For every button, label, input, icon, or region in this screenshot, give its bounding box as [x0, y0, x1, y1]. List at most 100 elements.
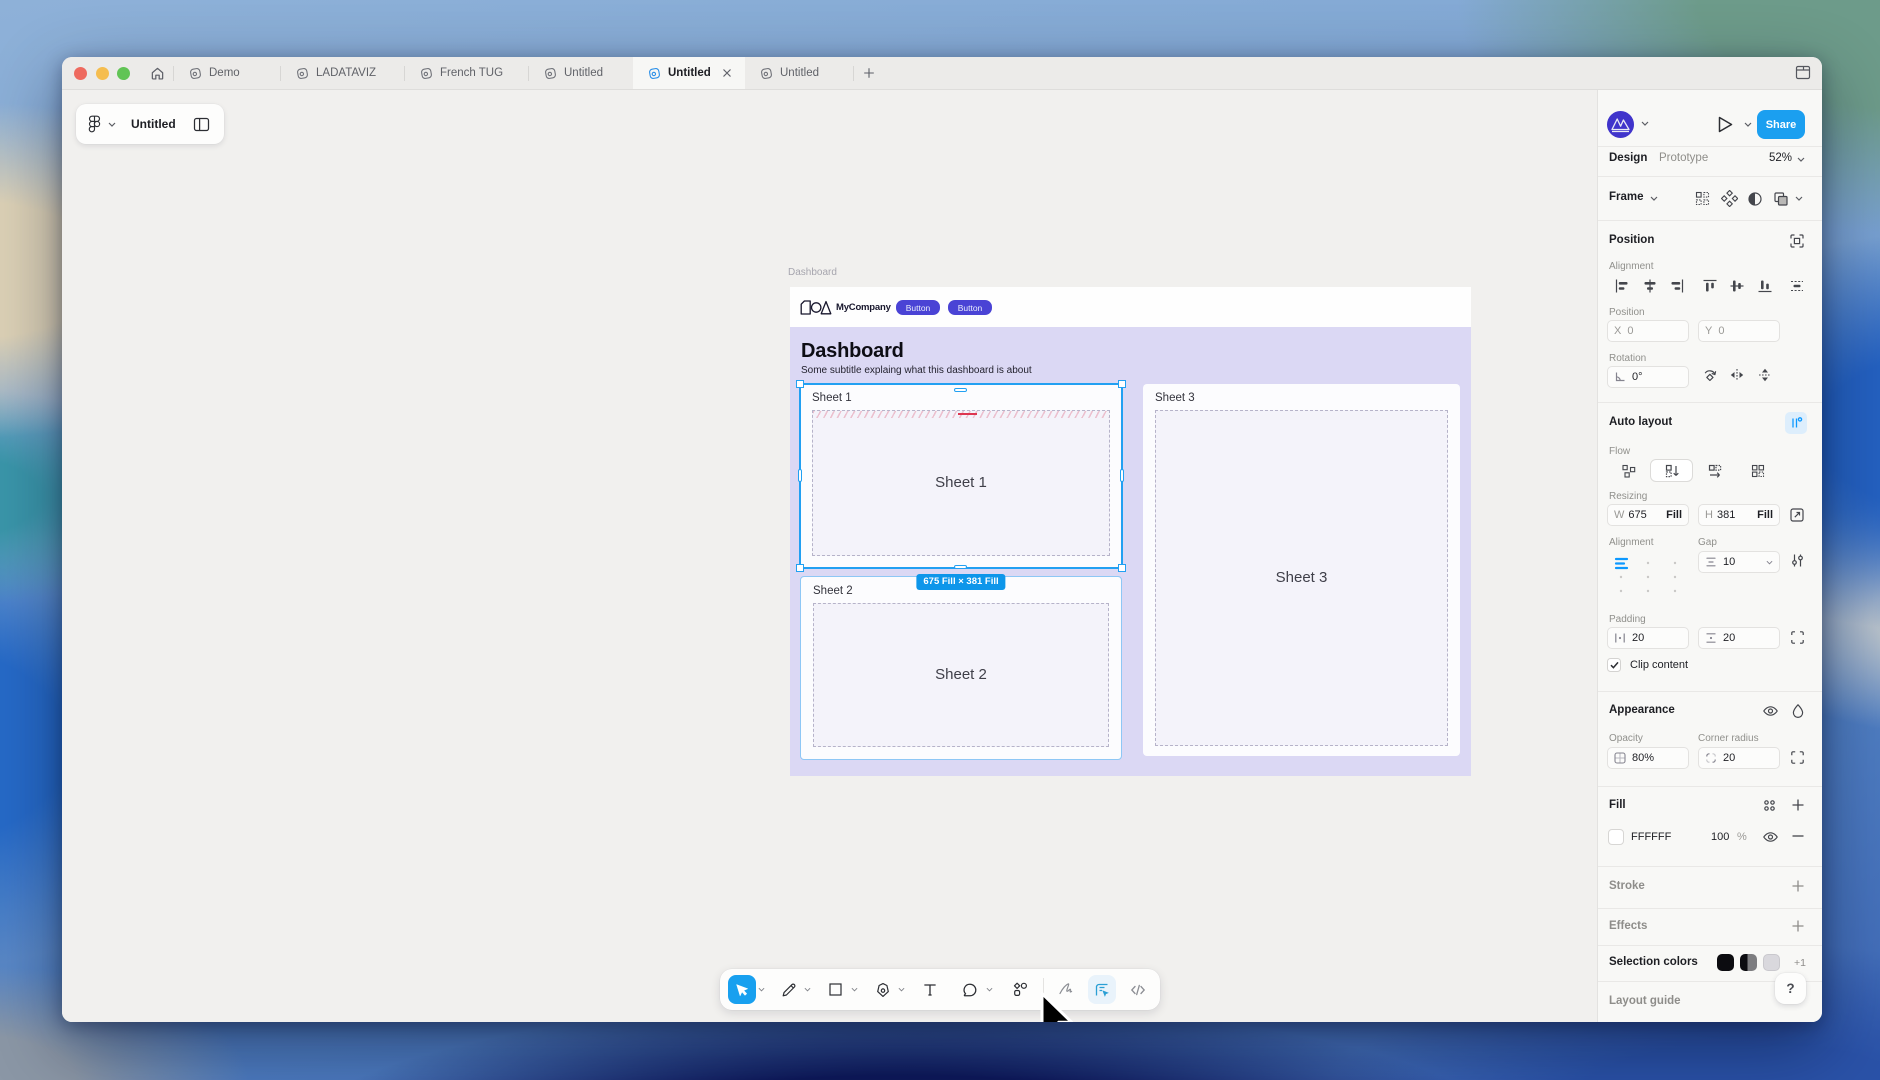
horizontal-padding-input[interactable]: 20 [1607, 627, 1689, 649]
tab-ladataviz[interactable]: LADATAVIZ [281, 57, 404, 89]
move-tool-chevron[interactable] [756, 975, 767, 1004]
frame-name-label[interactable]: Dashboard [788, 267, 837, 278]
pencil-tool-button[interactable] [775, 975, 803, 1004]
align-bottom-icon[interactable] [1757, 278, 1773, 294]
sheet-3-card[interactable]: Sheet 3 Sheet 3 [1143, 384, 1460, 756]
component-grid-icon[interactable] [1695, 191, 1710, 206]
header-button-2[interactable]: Button [948, 300, 992, 315]
canvas[interactable]: Untitled Dashboard MyCompany Button Butt… [62, 90, 1597, 1022]
tab-french-tug[interactable]: French TUG [405, 57, 528, 89]
corner-radius-input[interactable]: 20 [1698, 747, 1780, 769]
align-top-icon[interactable] [1702, 278, 1718, 294]
blend-contrast-icon[interactable] [1747, 191, 1763, 207]
tab-prototype[interactable]: Prototype [1659, 152, 1708, 164]
zoom-level[interactable]: 52% [1769, 152, 1792, 164]
remove-fill-icon[interactable] [1791, 829, 1805, 843]
home-button[interactable] [141, 57, 173, 89]
layers-panel-toggle-icon[interactable] [193, 117, 210, 132]
width-input[interactable]: W 675 Fill [1607, 504, 1689, 526]
flow-wrap-button[interactable] [1736, 459, 1779, 482]
tidy-up-icon[interactable] [1789, 278, 1805, 294]
sheet-1-card[interactable]: Sheet 1 Sheet 1 [800, 384, 1122, 568]
clip-content-label[interactable]: Clip content [1630, 659, 1688, 671]
rotate-icon[interactable] [1702, 367, 1718, 383]
fill-hex-value[interactable]: FFFFFF [1631, 831, 1671, 843]
pen-tool-button[interactable] [869, 975, 897, 1004]
comment-tool-button[interactable] [956, 975, 984, 1004]
design-frame[interactable]: MyCompany Button Button Dashboard Some s… [790, 287, 1471, 776]
avatar-chevron-icon[interactable] [1641, 121, 1649, 126]
independent-corners-icon[interactable] [1790, 750, 1805, 765]
resize-to-fit-icon[interactable] [1789, 507, 1805, 523]
tab-untitled-2[interactable]: Untitled [745, 57, 853, 89]
selection-color-swatch-1[interactable] [1717, 954, 1734, 971]
shape-tool-chevron[interactable] [850, 975, 861, 1004]
more-colors-label[interactable]: +1 [1794, 957, 1806, 969]
spacing-settings-icon[interactable] [1790, 553, 1805, 568]
share-button[interactable]: Share [1757, 110, 1805, 139]
add-effect-icon[interactable] [1791, 919, 1805, 933]
frame-focus-icon[interactable] [1789, 233, 1805, 249]
present-chevron-icon[interactable] [1744, 122, 1752, 127]
alignment-pad[interactable] [1607, 550, 1689, 604]
tab-demo[interactable]: Demo [174, 57, 280, 89]
individual-padding-icon[interactable] [1790, 630, 1805, 645]
height-input[interactable]: H 381 Fill [1698, 504, 1780, 526]
fill-color-swatch[interactable] [1608, 829, 1624, 845]
height-mode[interactable]: Fill [1757, 509, 1773, 521]
code-button[interactable] [1124, 975, 1152, 1004]
fill-opacity-value[interactable]: 100 [1711, 831, 1729, 843]
flow-vertical-button[interactable] [1650, 459, 1693, 482]
fill-visibility-icon[interactable] [1762, 829, 1779, 845]
clip-content-checkbox[interactable] [1607, 658, 1621, 672]
figma-logo-icon[interactable] [88, 115, 101, 134]
move-tool-button[interactable] [728, 975, 756, 1004]
help-button[interactable]: ? [1775, 973, 1806, 1004]
flow-freeform-button[interactable] [1607, 459, 1650, 482]
align-h-center-icon[interactable] [1642, 278, 1658, 294]
styles-grid-icon[interactable] [1762, 798, 1777, 813]
y-position-input[interactable]: Y0 [1698, 320, 1780, 342]
selection-color-swatch-2[interactable] [1740, 954, 1757, 971]
flip-horizontal-icon[interactable] [1729, 367, 1745, 383]
selection-color-swatch-3[interactable] [1763, 954, 1780, 971]
width-mode[interactable]: Fill [1666, 509, 1682, 521]
present-play-icon[interactable] [1717, 115, 1734, 134]
comment-tool-chevron[interactable] [984, 975, 995, 1004]
rotation-input[interactable]: 0° [1607, 366, 1689, 388]
align-left-icon[interactable] [1614, 278, 1630, 294]
align-right-icon[interactable] [1669, 278, 1685, 294]
window-panel-button[interactable] [1795, 65, 1811, 80]
pencil-tool-chevron[interactable] [803, 975, 814, 1004]
text-tool-button[interactable] [916, 975, 944, 1004]
gap-input[interactable]: 10 [1698, 551, 1780, 573]
new-tab-button[interactable] [854, 57, 884, 89]
add-fill-icon[interactable] [1791, 798, 1805, 812]
tab-untitled-active[interactable]: Untitled [633, 57, 745, 89]
blend-droplet-icon[interactable] [1791, 703, 1805, 719]
minimize-window-button[interactable] [95, 66, 109, 80]
zoom-window-button[interactable] [117, 66, 130, 80]
shape-tool-button[interactable] [822, 975, 850, 1004]
add-stroke-icon[interactable] [1791, 879, 1805, 893]
header-button-1[interactable]: Button [896, 300, 940, 315]
sheet-2-card[interactable]: Sheet 2 Sheet 2 [800, 576, 1122, 760]
flow-horizontal-button[interactable] [1693, 459, 1736, 482]
dev-mode-toggle[interactable] [1087, 975, 1116, 1004]
actions-button[interactable] [1007, 975, 1035, 1004]
tab-untitled-1[interactable]: Untitled [529, 57, 633, 89]
file-title[interactable]: Untitled [131, 117, 176, 131]
frame-type-label[interactable]: Frame [1609, 191, 1644, 203]
user-avatar[interactable] [1607, 111, 1634, 138]
auto-layout-badge-icon[interactable] [1785, 412, 1807, 434]
zoom-chevron-icon[interactable] [1797, 157, 1805, 162]
chevron-down-icon[interactable] [108, 122, 116, 127]
flip-vertical-icon[interactable] [1757, 367, 1773, 383]
close-tab-button[interactable] [722, 68, 732, 78]
x-position-input[interactable]: X0 [1607, 320, 1689, 342]
tab-design[interactable]: Design [1609, 152, 1647, 164]
frame-more-chevron-icon[interactable] [1795, 196, 1803, 201]
pen-tool-chevron[interactable] [897, 975, 908, 1004]
align-v-center-icon[interactable] [1729, 278, 1745, 294]
mask-layers-icon[interactable] [1773, 191, 1789, 207]
